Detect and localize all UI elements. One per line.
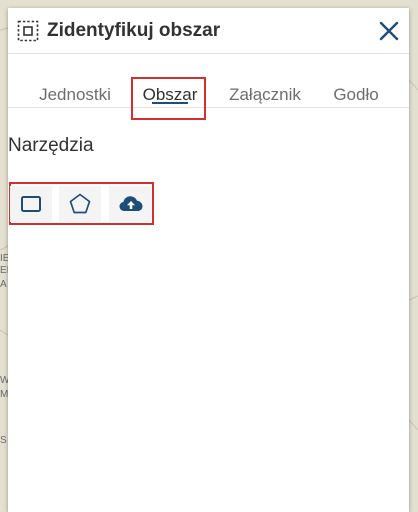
polygon-icon (69, 193, 91, 214)
active-tab-underline (152, 102, 188, 104)
tab-label: Załącznik (229, 85, 301, 104)
tab-label: Jednostki (39, 85, 111, 104)
tab-godlo[interactable]: Godło (322, 54, 390, 107)
cloud-upload-icon (119, 196, 143, 211)
rectangle-tool-button[interactable] (10, 186, 52, 222)
tab-label: Godło (333, 85, 379, 104)
map-label: S (0, 435, 7, 446)
map-label: A (0, 279, 7, 290)
tab-obszar[interactable]: Obszar (134, 54, 206, 107)
tab-zalacznik[interactable]: Załącznik (220, 54, 310, 107)
close-icon[interactable] (378, 20, 400, 42)
tab-bar: Jednostki Obszar Załącznik Godło (8, 54, 409, 120)
tools-section-label: Narzędzia (8, 135, 94, 156)
identify-area-panel: Zidentyfikuj obszar Jednostki Obszar Zał… (8, 8, 409, 512)
upload-file-tool-button[interactable] (109, 186, 151, 222)
select-area-icon (17, 20, 39, 42)
tab-jednostki[interactable]: Jednostki (30, 54, 120, 107)
panel-header: Zidentyfikuj obszar (8, 8, 409, 54)
polygon-tool-button[interactable] (59, 186, 101, 222)
rectangle-icon (21, 196, 41, 212)
panel-title: Zidentyfikuj obszar (47, 20, 221, 41)
